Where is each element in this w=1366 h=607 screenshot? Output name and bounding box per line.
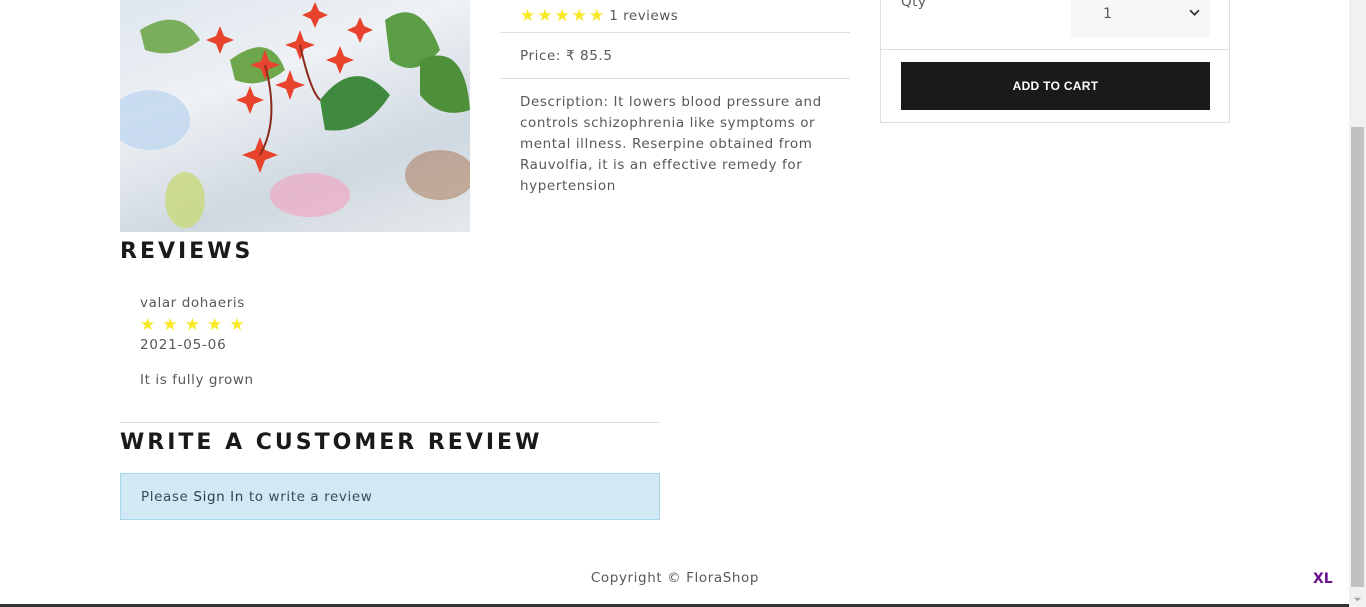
star-icon: ★ [184, 315, 200, 335]
cart-card: Qty 1 ADD TO CART [880, 0, 1230, 123]
review-author: valar dohaeris [140, 295, 245, 311]
reviews-heading: REVIEWS [120, 239, 254, 264]
product-image [120, 0, 470, 232]
star-icon: ★ [520, 5, 536, 26]
sign-in-alert: Please Sign In to write a review [120, 473, 660, 520]
alert-prefix: Please [141, 488, 189, 505]
product-description: Description: It lowers blood pressure an… [520, 94, 822, 194]
chevron-down-icon [1189, 9, 1200, 16]
scrollbar-thumb[interactable] [1351, 127, 1364, 587]
star-icon: ★ [229, 315, 245, 335]
qty-value: 1 [1103, 5, 1112, 22]
divider [120, 422, 660, 423]
breakpoint-badge: XL [1313, 571, 1333, 587]
rating-count: 1 reviews [609, 8, 679, 24]
star-icon: ★ [140, 315, 156, 335]
sign-in-link[interactable]: Sign In [193, 489, 243, 505]
review-item: valar dohaeris ★ ★ ★ ★ ★ 2021-05-06 It i… [140, 295, 254, 388]
scroll-down-icon[interactable] [1353, 595, 1362, 604]
star-icon: ★ [554, 5, 570, 26]
star-icon: ★ [537, 5, 553, 26]
product-rating: ★ ★ ★ ★ ★ 1 reviews [500, 0, 850, 33]
qty-select[interactable]: 1 [1071, 0, 1210, 37]
review-date: 2021-05-06 [140, 337, 227, 353]
write-review-heading: WRITE A CUSTOMER REVIEW [120, 430, 543, 455]
star-icon: ★ [162, 315, 178, 335]
star-icon: ★ [571, 5, 587, 26]
star-icon: ★ [207, 315, 223, 335]
product-info: ★ ★ ★ ★ ★ 1 reviews Price: ₹ 85.5 Descri… [500, 0, 850, 197]
star-icon: ★ [589, 5, 605, 26]
qty-label: Qty [901, 0, 927, 10]
alert-suffix: to write a review [248, 488, 373, 505]
qty-row: Qty 1 [881, 0, 1229, 50]
review-comment: It is fully grown [140, 372, 254, 388]
footer-copyright: Copyright © FloraShop [590, 570, 760, 586]
review-rating: ★ ★ ★ ★ ★ [140, 315, 254, 334]
add-to-cart-button[interactable]: ADD TO CART [901, 62, 1210, 110]
product-price: Price: ₹ 85.5 [500, 33, 850, 79]
scrollbar[interactable] [1349, 0, 1366, 607]
